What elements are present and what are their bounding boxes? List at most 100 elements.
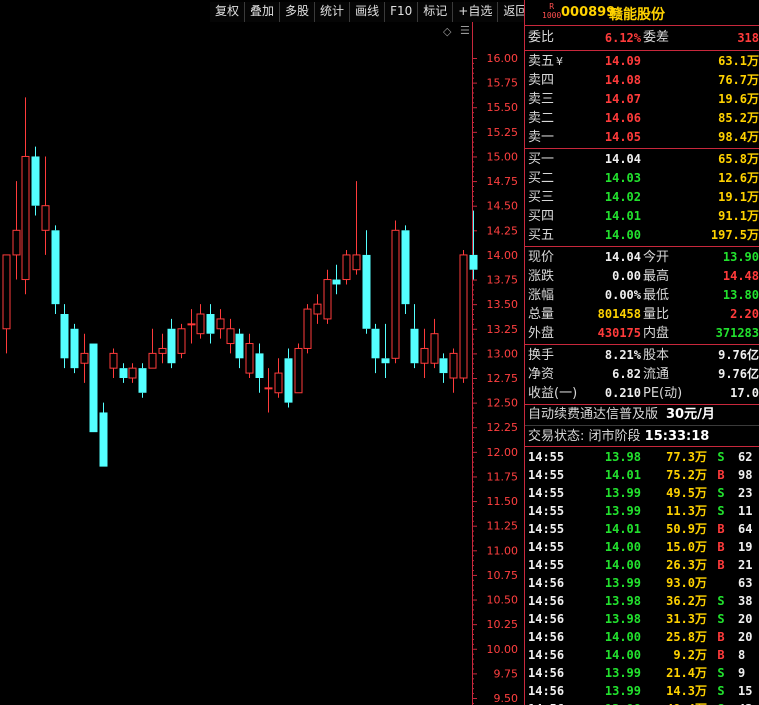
kline-chart-canvas[interactable]: 16.00 15.75 15.50 15.25 15.00 14.75 14.50 14.25… (0, 0, 523, 705)
stock-name[interactable]: 赣能股份 (609, 4, 665, 24)
candle-body-up[interactable] (303, 308, 312, 349)
bid-row[interactable]: 买五 14.00 197.5万 (525, 226, 759, 245)
candle-body-up[interactable] (342, 254, 351, 281)
candle-body-up[interactable] (196, 313, 205, 335)
candle-body-down[interactable] (371, 328, 380, 359)
quote-value: 0.00 (612, 269, 641, 283)
draw-line-button[interactable]: 画线 (349, 2, 385, 22)
candle-body-up[interactable] (12, 229, 21, 256)
candle-body-up[interactable] (21, 155, 30, 281)
promo-banner[interactable]: 自动续费通达信普及版 30元/月 (525, 405, 759, 426)
add-watchlist-button[interactable]: +自选 (452, 2, 498, 22)
candle-body-up[interactable] (294, 347, 303, 394)
candle-body-down[interactable] (362, 254, 371, 329)
tick-count: 15 (738, 684, 753, 698)
menu-icon[interactable]: ☰ (460, 24, 470, 37)
price-axis-label: 15.25 (487, 126, 519, 139)
candle-body-up[interactable] (41, 205, 50, 231)
tick-volume: 21.4万 (666, 666, 707, 680)
bid-label: 买二 (528, 171, 555, 186)
candle-body-up[interactable] (216, 318, 225, 330)
price-axis-label: 15.50 (487, 101, 519, 114)
candle-body-down[interactable] (381, 358, 390, 364)
price-axis-label: 11.25 (487, 520, 519, 533)
candle-body-up[interactable] (187, 323, 196, 326)
multi-stock-button[interactable]: 多股 (279, 2, 315, 22)
candle-body-up[interactable] (177, 328, 186, 354)
candle-body-up[interactable] (352, 254, 361, 271)
candle-body-up[interactable] (391, 229, 400, 359)
candle-body-down[interactable] (31, 156, 40, 206)
quote-label: 外盘 (528, 326, 555, 341)
bid-row[interactable]: 买四 14.01 91.1万 (525, 207, 759, 226)
tick-count: 38 (738, 594, 753, 608)
bid-row[interactable]: 买三 14.02 19.1万 (525, 188, 759, 207)
candle-body-up[interactable] (420, 347, 429, 364)
statistics-button[interactable]: 统计 (314, 2, 350, 22)
ask-price: 14.06 (604, 111, 641, 125)
candle-body-down[interactable] (138, 368, 147, 393)
bid-row[interactable]: 买一 14.04 65.8万 (525, 150, 759, 169)
candle-body-down[interactable] (255, 353, 264, 378)
tick-volume: 11.3万 (666, 504, 707, 518)
kline-chart[interactable]: 16.00 15.75 15.50 15.25 15.00 14.75 14.50 14.25… (0, 0, 523, 705)
bid-row[interactable]: 买二 14.03 12.6万 (525, 169, 759, 188)
ask-row[interactable]: 卖一 14.05 98.4万 (525, 128, 759, 147)
tick-list[interactable]: 14:55 13.98 77.3万 S 62 14:55 14.01 75.2万 B 98 14:5… (525, 447, 759, 705)
candle-body-up[interactable] (274, 372, 283, 394)
quote-value: 2.20 (730, 307, 759, 321)
f10-button[interactable]: F10 (384, 2, 418, 22)
tick-direction: S (717, 486, 725, 500)
candle-body-down[interactable] (235, 333, 244, 359)
fuquan-button[interactable]: 复权 (210, 2, 245, 22)
candle-body-up[interactable] (2, 254, 11, 330)
tick-count: 62 (738, 450, 753, 464)
candle-body-down[interactable] (119, 368, 128, 378)
candle-body-up[interactable] (109, 352, 118, 369)
tick-volume: 26.3万 (666, 558, 707, 572)
candle-body-up[interactable] (459, 254, 468, 379)
candle-body-up[interactable] (80, 352, 89, 364)
tick-count: 43 (738, 700, 752, 705)
candle-body-down[interactable] (469, 254, 478, 270)
price-axis-label: 12.00 (487, 446, 519, 459)
quote-value: 13.80 (722, 288, 759, 302)
candle-body-down[interactable] (167, 328, 176, 364)
candle-body-up[interactable] (128, 367, 137, 379)
candle-body-down[interactable] (51, 230, 60, 305)
candle-body-up[interactable] (313, 303, 322, 315)
candle-body-up[interactable] (449, 352, 458, 379)
price-axis-label: 10.75 (487, 569, 519, 582)
ask-row[interactable]: 卖五 ¥14.09 63.1万 (525, 52, 759, 71)
candle-body-up[interactable] (245, 343, 254, 374)
candle-body-down[interactable] (284, 358, 293, 403)
candle-body-down[interactable] (60, 314, 69, 359)
overlay-button[interactable]: 叠加 (244, 2, 280, 22)
candle-body-down[interactable] (206, 314, 215, 334)
stock-header: R 1000 000899 赣能股份 (525, 0, 759, 26)
tick-count: 9 (738, 666, 746, 680)
candle-body-up[interactable] (430, 333, 439, 364)
stock-code[interactable]: 000899 (561, 5, 615, 20)
ask-row[interactable]: 卖三 14.07 19.6万 (525, 90, 759, 109)
candle-body-up[interactable] (226, 328, 235, 345)
candle-body-down[interactable] (439, 358, 448, 374)
diamond-icon[interactable]: ◇ (443, 25, 451, 38)
candle-body-down[interactable] (401, 230, 410, 305)
ask-row[interactable]: 卖二 14.06 85.2万 (525, 109, 759, 128)
candle-body-down[interactable] (332, 279, 341, 285)
candle-body-up[interactable] (158, 347, 167, 354)
tick-time: 14:55 (528, 504, 565, 518)
candle-body-down[interactable] (70, 328, 79, 369)
candle-body-up[interactable] (148, 352, 157, 369)
price-axis-label: 13.50 (487, 298, 519, 311)
price-axis-label: 14.50 (487, 200, 519, 213)
candle-body-up[interactable] (264, 387, 273, 390)
candle-body-down[interactable] (99, 412, 108, 467)
mark-button[interactable]: 标记 (417, 2, 453, 22)
tick-time: 14:55 (528, 558, 565, 572)
candle-body-up[interactable] (323, 279, 332, 320)
candle-body-down[interactable] (410, 328, 419, 364)
ask-row[interactable]: 卖四 14.08 76.7万 (525, 71, 759, 90)
candle-body-down[interactable] (89, 343, 98, 433)
